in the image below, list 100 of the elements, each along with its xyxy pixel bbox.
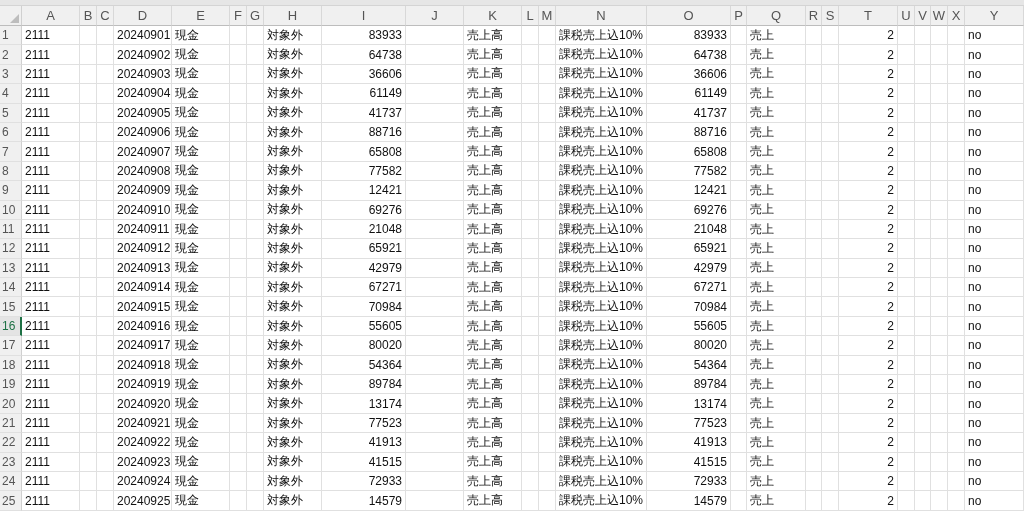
empty-cell: [230, 122, 247, 143]
table-cell: 69276: [647, 200, 731, 220]
column-header[interactable]: E: [172, 6, 230, 26]
table-cell: 課税売上込10%: [556, 161, 647, 182]
column-header[interactable]: K: [464, 6, 522, 26]
table-cell: no: [965, 219, 1024, 240]
row-header[interactable]: 1: [0, 26, 22, 46]
column-header[interactable]: Q: [747, 6, 806, 26]
table-cell: 13174: [322, 394, 406, 414]
empty-cell: [522, 161, 539, 182]
empty-cell: [97, 258, 114, 279]
table-cell: 20240917: [114, 336, 172, 356]
table-cell: 14579: [322, 491, 406, 511]
empty-cell: [522, 239, 539, 259]
empty-cell: [406, 394, 464, 414]
row-header[interactable]: 23: [0, 452, 22, 472]
table-cell: 89784: [322, 375, 406, 395]
table-cell: 65921: [322, 239, 406, 259]
column-header[interactable]: O: [647, 6, 731, 26]
column-header[interactable]: F: [230, 6, 247, 26]
table-cell: 2: [839, 181, 898, 201]
column-header[interactable]: X: [948, 6, 965, 26]
column-header[interactable]: B: [80, 6, 97, 26]
row-header[interactable]: 11: [0, 219, 22, 240]
empty-cell: [822, 355, 839, 376]
empty-cell: [406, 375, 464, 395]
row-header[interactable]: 9: [0, 181, 22, 201]
table-cell: 対象外: [264, 200, 322, 220]
empty-cell: [931, 297, 948, 317]
table-cell: 売上高: [464, 122, 522, 143]
table-cell: 売上高: [464, 200, 522, 220]
column-header[interactable]: T: [839, 6, 898, 26]
row-header[interactable]: 17: [0, 336, 22, 356]
column-header[interactable]: S: [822, 6, 839, 26]
column-header[interactable]: P: [731, 6, 747, 26]
empty-cell: [406, 491, 464, 511]
row-header[interactable]: 10: [0, 200, 22, 220]
row-header[interactable]: 4: [0, 84, 22, 104]
column-header[interactable]: D: [114, 6, 172, 26]
table-cell: 対象外: [264, 142, 322, 162]
row-header[interactable]: 24: [0, 472, 22, 492]
empty-cell: [406, 161, 464, 182]
row-header[interactable]: 18: [0, 355, 22, 376]
row-header[interactable]: 19: [0, 375, 22, 395]
column-header[interactable]: I: [322, 6, 406, 26]
table-cell: 41515: [647, 452, 731, 472]
row-header[interactable]: 13: [0, 258, 22, 279]
table-cell: no: [965, 258, 1024, 279]
empty-cell: [948, 472, 965, 492]
empty-cell: [247, 122, 264, 143]
empty-cell: [806, 258, 822, 279]
empty-cell: [915, 258, 931, 279]
empty-cell: [915, 472, 931, 492]
empty-cell: [80, 103, 97, 123]
empty-cell: [522, 452, 539, 472]
empty-cell: [898, 64, 915, 85]
row-header[interactable]: 14: [0, 278, 22, 298]
column-header[interactable]: H: [264, 6, 322, 26]
row-header[interactable]: 21: [0, 413, 22, 434]
table-cell: 売上: [747, 161, 806, 182]
table-cell: 課税売上込10%: [556, 316, 647, 337]
row-header[interactable]: 3: [0, 64, 22, 85]
column-header[interactable]: C: [97, 6, 114, 26]
row-header[interactable]: 25: [0, 491, 22, 511]
row-header[interactable]: 8: [0, 161, 22, 182]
column-header[interactable]: M: [539, 6, 556, 26]
empty-cell: [247, 200, 264, 220]
column-header[interactable]: Y: [965, 6, 1024, 26]
row-header[interactable]: 7: [0, 142, 22, 162]
row-header[interactable]: 6: [0, 122, 22, 143]
empty-cell: [948, 278, 965, 298]
table-cell: 対象外: [264, 239, 322, 259]
column-header[interactable]: L: [522, 6, 539, 26]
empty-cell: [898, 413, 915, 434]
column-header[interactable]: G: [247, 6, 264, 26]
table-cell: 20240904: [114, 84, 172, 104]
table-cell: 2111: [22, 491, 80, 511]
empty-cell: [406, 316, 464, 337]
table-cell: 売上: [747, 258, 806, 279]
row-header[interactable]: 15: [0, 297, 22, 317]
row-header[interactable]: 16: [0, 316, 22, 337]
row-header[interactable]: 5: [0, 103, 22, 123]
row-header[interactable]: 22: [0, 433, 22, 453]
column-header[interactable]: N: [556, 6, 647, 26]
select-all-icon[interactable]: [10, 14, 19, 23]
row-header[interactable]: 20: [0, 394, 22, 414]
column-header[interactable]: W: [931, 6, 948, 26]
table-cell: 20240914: [114, 278, 172, 298]
table-cell: 2: [839, 239, 898, 259]
row-header[interactable]: 2: [0, 45, 22, 65]
column-header[interactable]: U: [898, 6, 915, 26]
table-cell: 2: [839, 278, 898, 298]
column-header[interactable]: R: [806, 6, 822, 26]
empty-cell: [898, 394, 915, 414]
column-header[interactable]: J: [406, 6, 464, 26]
column-header[interactable]: V: [915, 6, 931, 26]
column-header[interactable]: A: [22, 6, 80, 26]
table-cell: 現金: [172, 103, 230, 123]
empty-cell: [230, 472, 247, 492]
row-header[interactable]: 12: [0, 239, 22, 259]
